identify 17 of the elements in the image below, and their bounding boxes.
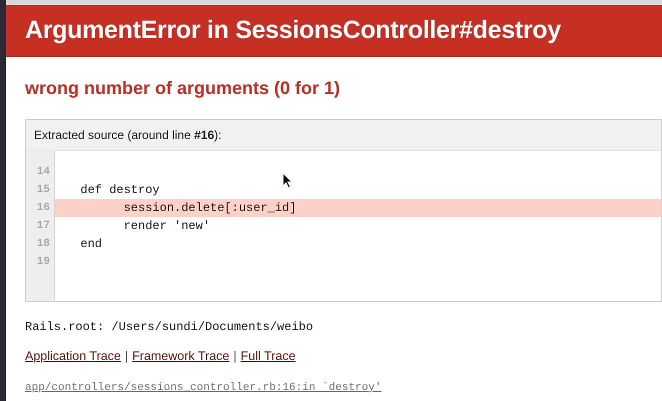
trace-link[interactable]: Application Trace	[25, 347, 121, 366]
error-title: ArgumentError in SessionsController#destroy	[25, 15, 561, 46]
trace-entry-link[interactable]: app/controllers/sessions_controller.rb:16:in `destroy'	[25, 380, 662, 396]
line-number: 18	[36, 236, 51, 252]
trace-link[interactable]: Full Trace	[240, 347, 296, 366]
rails-root-text: Rails.root: /Users/sundi/Documents/weibo	[25, 319, 314, 336]
link-separator: |	[233, 348, 237, 365]
line-number: 15	[36, 182, 51, 198]
source-heading: Extracted source (around line #16):	[34, 127, 222, 144]
line-number: 14	[36, 164, 51, 180]
link-separator: |	[124, 348, 128, 365]
line-number: 17	[36, 218, 51, 234]
error-message: wrong number of arguments (0 for 1)	[25, 77, 342, 100]
line-number: 19	[36, 254, 51, 270]
line-number: 16	[36, 200, 51, 216]
mouse-pointer-icon	[282, 172, 293, 189]
trace-link[interactable]: Framework Trace	[132, 347, 230, 366]
